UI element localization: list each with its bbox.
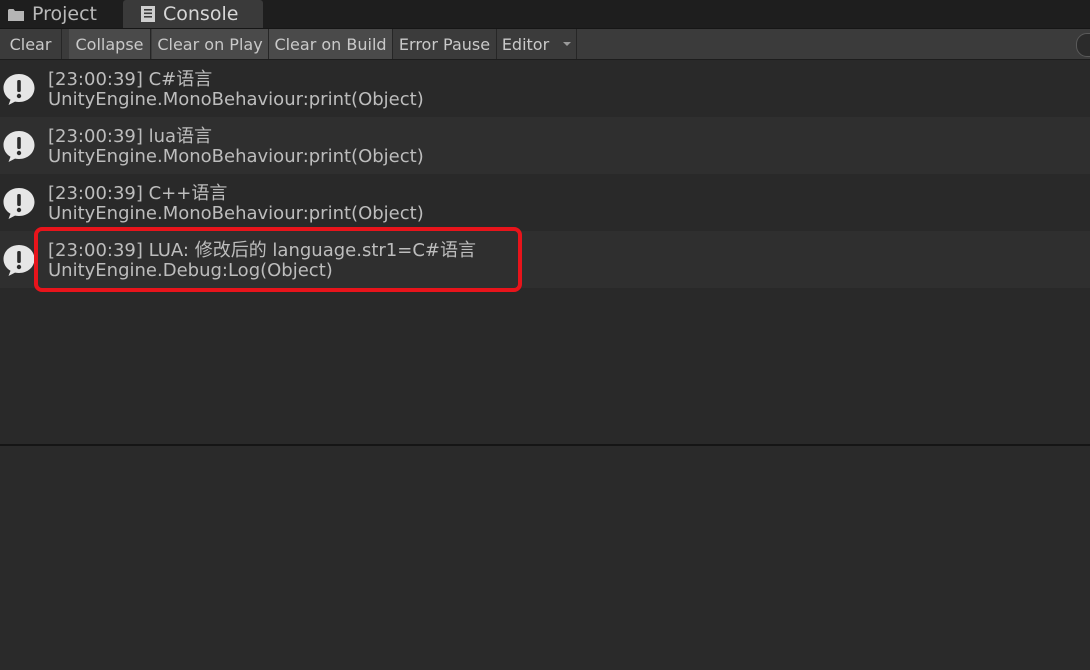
highlight-annotation-box [34,227,522,292]
info-bubble-icon [3,188,35,219]
log-stacktrace: UnityEngine.MonoBehaviour:print(Object) [48,89,424,110]
collapse-toggle[interactable]: Collapse [69,29,151,59]
clear-on-build-toggle[interactable]: Clear on Build [269,29,393,59]
tab-console-label: Console [163,3,239,25]
log-detail-pane [0,446,1090,670]
search-field[interactable] [1076,33,1090,57]
folder-icon [8,8,24,21]
log-entry[interactable]: [23:00:39] C#语言 UnityEngine.MonoBehaviou… [0,60,1090,117]
clear-on-play-toggle[interactable]: Clear on Play [152,29,269,59]
window-tab-bar: Project Console [0,0,1090,29]
info-bubble-icon [3,131,35,162]
caret-down-icon [563,42,572,46]
log-stacktrace: UnityEngine.MonoBehaviour:print(Object) [48,203,424,224]
tab-project[interactable]: Project [0,0,120,28]
tab-project-label: Project [32,3,98,25]
editor-dropdown-label: Editor [501,34,550,54]
editor-dropdown[interactable]: Editor [497,29,577,59]
log-stacktrace: UnityEngine.MonoBehaviour:print(Object) [48,146,424,167]
console-toolbar: Clear Collapse Clear on Play Clear on Bu… [0,29,1090,60]
info-bubble-icon [3,245,35,276]
log-message: [23:00:39] C#语言 [48,69,213,90]
log-message: [23:00:39] C++语言 [48,183,228,204]
console-icon [141,6,155,22]
clear-button[interactable]: Clear [0,29,62,59]
tab-console[interactable]: Console [123,0,263,28]
log-entry[interactable]: [23:00:39] lua语言 UnityEngine.MonoBehavio… [0,117,1090,174]
log-message: [23:00:39] lua语言 [48,126,213,147]
log-entry[interactable]: [23:00:39] C++语言 UnityEngine.MonoBehavio… [0,174,1090,231]
info-bubble-icon [3,74,35,105]
error-pause-toggle[interactable]: Error Pause [393,29,497,59]
